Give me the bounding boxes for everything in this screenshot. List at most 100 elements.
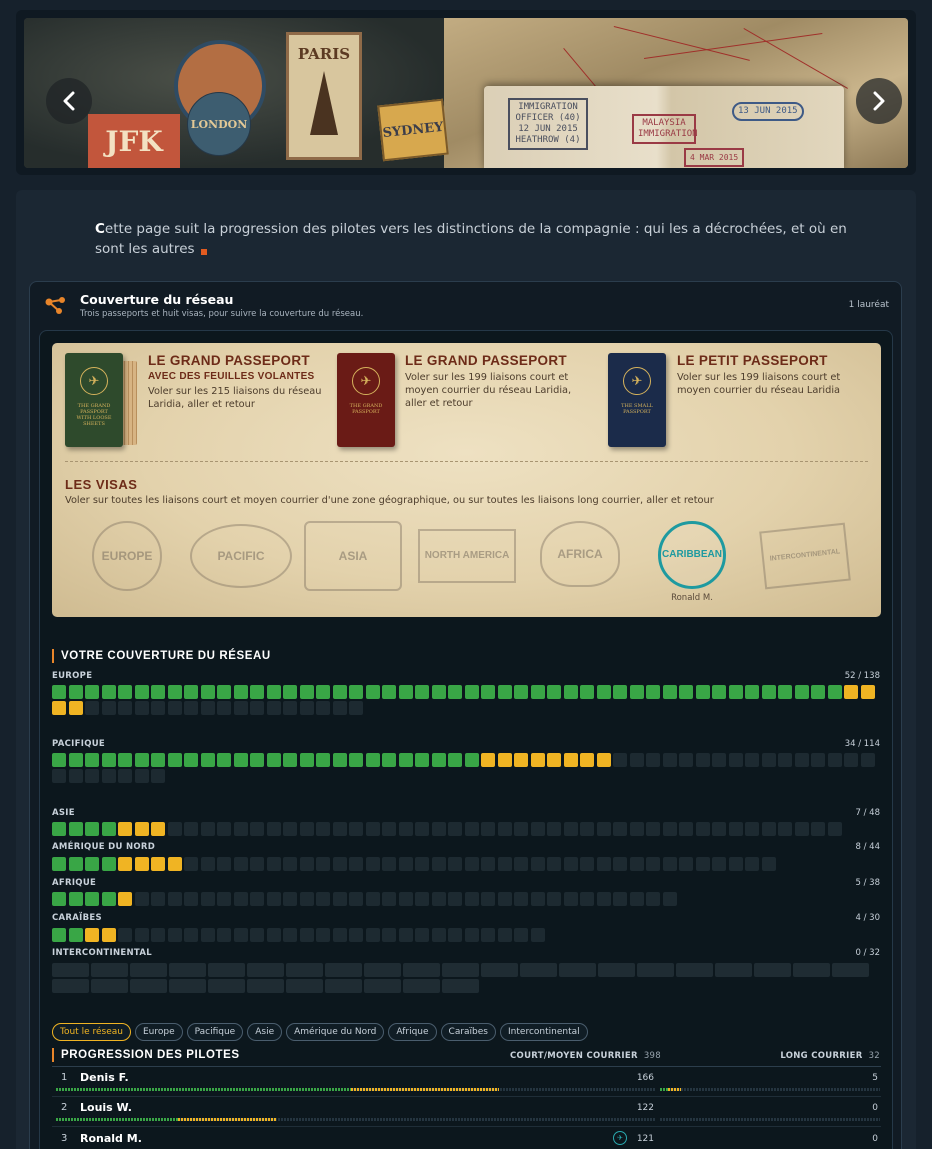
route-cell — [299, 685, 314, 699]
zone-grid-intercontinental — [52, 963, 881, 993]
route-cell — [85, 928, 99, 942]
route-cell — [200, 753, 215, 767]
route-cell — [629, 685, 644, 699]
route-cell — [365, 753, 380, 767]
route-cell — [134, 822, 149, 836]
route-cell — [118, 822, 132, 836]
zone-grid-amerique-du-nord — [52, 857, 881, 871]
chevron-left-icon — [63, 91, 75, 111]
route-cell — [332, 685, 347, 699]
route-cell — [184, 753, 198, 767]
route-cell — [613, 753, 627, 767]
zone-label: ASIE — [52, 808, 75, 818]
route-cell — [679, 685, 693, 699]
route-cell — [200, 701, 215, 715]
route-cell — [118, 769, 132, 783]
filter-afrique[interactable]: Afrique — [388, 1023, 437, 1041]
zone-count: 52 / 138 — [844, 671, 880, 681]
route-cell — [68, 892, 83, 906]
route-cell — [415, 892, 429, 906]
route-cell — [283, 701, 297, 715]
route-cell — [514, 822, 528, 836]
zone-label: AFRIQUE — [52, 878, 97, 888]
route-cell — [695, 857, 710, 871]
pilot-rank: 2 — [61, 1102, 68, 1113]
route-cell — [580, 822, 594, 836]
route-cell — [299, 857, 314, 871]
route-cell — [233, 685, 248, 699]
pilot-row[interactable]: 3 Ronald M. ✈ 121 0 — [52, 1128, 881, 1149]
route-cell — [85, 701, 99, 715]
filter-amerique-du-nord[interactable]: Amérique du Nord — [286, 1023, 385, 1041]
route-cell — [629, 822, 644, 836]
route-cell — [208, 979, 245, 993]
filter-pacifique[interactable]: Pacifique — [186, 1023, 244, 1041]
route-cell — [547, 753, 561, 767]
route-cell — [151, 769, 165, 783]
route-cell — [860, 753, 875, 767]
route-cell — [250, 892, 264, 906]
route-cell — [169, 963, 206, 977]
filter-intercontinental[interactable]: Intercontinental — [500, 1023, 588, 1041]
route-cell — [169, 979, 206, 993]
route-cell — [715, 963, 752, 977]
route-cell — [695, 822, 710, 836]
route-cell — [118, 892, 132, 906]
filter-europe[interactable]: Europe — [134, 1023, 183, 1041]
route-cell — [208, 963, 245, 977]
passport-desc: Voler sur les 199 liaisons court et moye… — [405, 372, 572, 409]
route-cell — [349, 822, 363, 836]
route-cell — [200, 892, 215, 906]
carousel-prev-button[interactable] — [46, 78, 92, 124]
route-cell — [662, 753, 677, 767]
route-cell — [349, 701, 363, 715]
route-cell — [68, 753, 83, 767]
route-cell — [85, 892, 99, 906]
route-cell — [497, 892, 512, 906]
route-cell — [728, 857, 743, 871]
progress-segment — [56, 1088, 352, 1091]
route-cell — [745, 753, 759, 767]
route-cell — [646, 892, 660, 906]
route-cell — [662, 857, 677, 871]
route-cell — [530, 685, 545, 699]
pilot-name: Denis F. — [80, 1071, 129, 1084]
route-cell — [794, 753, 809, 767]
route-cell — [247, 979, 284, 993]
route-cell — [662, 685, 677, 699]
route-cell — [580, 685, 594, 699]
progress-segment — [178, 1118, 276, 1121]
filter-caraibes[interactable]: Caraïbes — [440, 1023, 497, 1041]
route-cell — [299, 753, 314, 767]
route-cell — [52, 753, 66, 767]
pilot-row[interactable]: 1 Denis F. 166 5 — [52, 1067, 881, 1097]
progression-title: PROGRESSION DES PILOTES — [52, 1048, 240, 1062]
route-cell — [233, 928, 248, 942]
route-cell — [200, 685, 215, 699]
filter-asie[interactable]: Asie — [247, 1023, 283, 1041]
pilot-row[interactable]: 2 Louis W. 122 0 — [52, 1097, 881, 1127]
short-haul-value: 121 — [636, 1134, 654, 1144]
filter-all[interactable]: Tout le réseau — [52, 1023, 131, 1041]
visa-stamp-north-america: NORTH AMERICA — [418, 529, 516, 583]
laureate-count: 1 lauréat — [848, 300, 889, 310]
card-subtitle: Trois passeports et huit visas, pour sui… — [80, 309, 364, 319]
route-cell — [794, 685, 809, 699]
route-cell — [118, 753, 132, 767]
route-cell — [860, 685, 875, 699]
route-cell — [695, 685, 710, 699]
progress-segment — [667, 1088, 682, 1091]
passport-title: LE GRAND PASSEPORT — [148, 353, 310, 368]
carousel-next-button[interactable] — [856, 78, 902, 124]
route-cell — [481, 857, 495, 871]
route-cell — [514, 892, 528, 906]
route-cell — [200, 857, 215, 871]
pilot-rank: 1 — [61, 1072, 68, 1083]
route-cell — [563, 892, 578, 906]
route-cell — [514, 857, 528, 871]
route-cell — [398, 822, 413, 836]
route-cell — [217, 857, 231, 871]
route-cell — [382, 857, 396, 871]
route-cell — [299, 822, 314, 836]
route-cell — [130, 979, 167, 993]
